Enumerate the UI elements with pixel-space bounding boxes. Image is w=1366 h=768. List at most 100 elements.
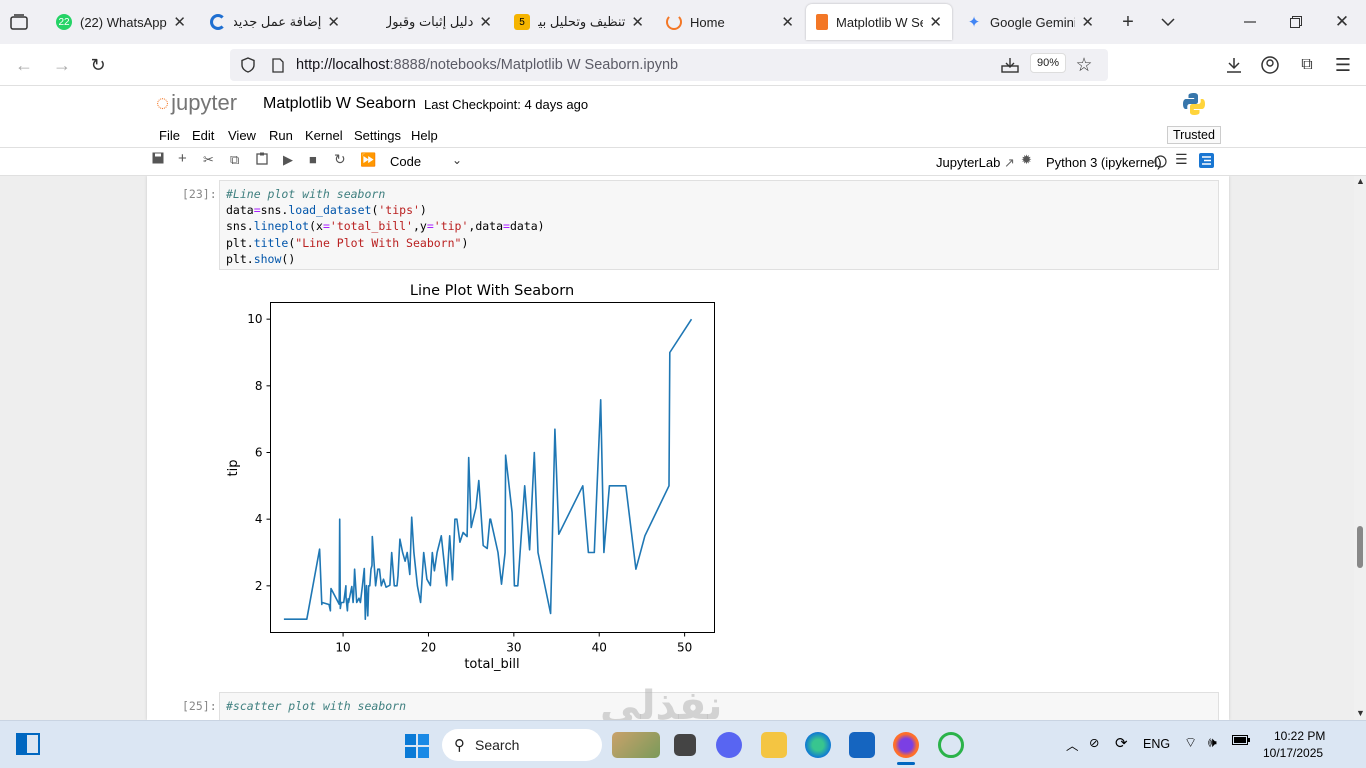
- forward-icon[interactable]: →: [50, 53, 74, 77]
- windows-start-icon[interactable]: [405, 734, 429, 758]
- chevron-down-icon[interactable]: ⌄: [452, 153, 462, 167]
- scroll-down-icon[interactable]: ▼: [1356, 708, 1365, 718]
- back-icon[interactable]: ←: [12, 53, 36, 77]
- network-off-icon[interactable]: ⊘: [1089, 735, 1099, 750]
- sync-icon[interactable]: ⟳: [1115, 734, 1128, 752]
- scroll-thumb[interactable]: [1357, 526, 1363, 568]
- close-icon[interactable]: ✕: [1081, 13, 1094, 31]
- stop-icon[interactable]: ■: [309, 152, 317, 167]
- list-menu-icon[interactable]: ☰: [1175, 151, 1188, 168]
- blank-icon: [362, 14, 378, 30]
- fast-forward-icon[interactable]: ⏩: [360, 152, 376, 168]
- restart-icon[interactable]: ↻: [334, 151, 346, 168]
- close-icon[interactable]: ✕: [327, 13, 340, 31]
- save-icon[interactable]: [152, 152, 164, 167]
- close-icon[interactable]: ✕: [479, 13, 492, 31]
- wifi-icon[interactable]: ⌔: [1184, 734, 1197, 752]
- kernel-status-idle-icon: [1154, 155, 1167, 171]
- widgets-icon[interactable]: [16, 733, 40, 755]
- scroll-up-icon[interactable]: ▲: [1356, 176, 1365, 186]
- menu-file[interactable]: File: [159, 128, 180, 143]
- tab-title: (22) WhatsApp: [80, 14, 167, 30]
- hamburger-menu-icon[interactable]: ☰: [1331, 53, 1355, 77]
- page-info-icon[interactable]: [270, 57, 286, 73]
- bookmark-star-icon[interactable]: ☆: [1072, 53, 1096, 77]
- show-hidden-icons-chevron[interactable]: ︿: [1066, 735, 1079, 754]
- paste-icon[interactable]: [256, 152, 268, 168]
- code-line: plt.show(): [226, 252, 296, 266]
- checkpoint-status: Last Checkpoint: 4 days ago: [424, 97, 589, 112]
- terminal-app-icon[interactable]: [674, 734, 696, 756]
- account-icon[interactable]: [1258, 53, 1282, 77]
- tab-matplotlib[interactable]: Matplotlib W Seal ✕: [806, 4, 952, 40]
- menu-help[interactable]: Help: [411, 128, 438, 143]
- notebook-scrollbar[interactable]: ▲ ▼: [1354, 176, 1366, 720]
- anaconda-icon[interactable]: [938, 732, 964, 758]
- menu-view[interactable]: View: [228, 128, 256, 143]
- add-cell-icon[interactable]: +: [178, 150, 187, 167]
- url-bar[interactable]: http://localhost:8888/notebooks/Matplotl…: [230, 49, 1108, 81]
- shield-icon[interactable]: [238, 57, 258, 73]
- taskbar-search[interactable]: ⚲ Search: [442, 729, 602, 761]
- code-line: sns.lineplot(x='total_bill',y='tip',data…: [226, 219, 545, 233]
- jupyterlab-link[interactable]: JupyterLab ↗: [936, 155, 1015, 171]
- kernel-name[interactable]: Python 3 (ipykernel): [1046, 155, 1162, 170]
- tab-title: تنظيف وتحليل بيانـ: [538, 14, 626, 29]
- new-tab-icon[interactable]: +: [1116, 10, 1140, 34]
- tab-add-work[interactable]: إضافة عمل جديد | ✕: [200, 4, 350, 40]
- code-cell-editor[interactable]: #Line plot with seaborn data=sns.load_da…: [219, 180, 1219, 270]
- tab-overview-icon[interactable]: [8, 12, 30, 32]
- browser-tab-bar: 22 (22) WhatsApp ✕ إضافة عمل جديد | ✕ دل…: [0, 0, 1366, 44]
- copy-icon[interactable]: ⧉: [230, 152, 239, 168]
- close-window-icon[interactable]: ✕: [1330, 10, 1354, 34]
- cut-icon[interactable]: ✂: [203, 152, 214, 168]
- property-inspector-icon[interactable]: [1199, 153, 1214, 171]
- url-text[interactable]: http://localhost:8888/notebooks/Matplotl…: [296, 57, 678, 73]
- file-explorer-icon[interactable]: [761, 732, 787, 758]
- photos-app-icon[interactable]: [612, 732, 660, 758]
- menu-edit[interactable]: Edit: [192, 128, 214, 143]
- clock-time[interactable]: 10:22 PM: [1274, 729, 1325, 743]
- notebook-title[interactable]: Matplotlib W Seaborn: [263, 95, 416, 113]
- tab-guide[interactable]: دليل إثبات وقبول المهـ ✕: [352, 4, 502, 40]
- edge-browser-icon[interactable]: [805, 732, 831, 758]
- firefox-icon[interactable]: [893, 732, 919, 758]
- close-icon[interactable]: ✕: [631, 13, 644, 31]
- tab-list-chevron-icon[interactable]: [1156, 10, 1180, 34]
- trusted-indicator[interactable]: Trusted: [1167, 126, 1221, 144]
- cell-type-select[interactable]: Code: [390, 154, 421, 169]
- jupyter-logo-text: jupyter: [171, 90, 238, 115]
- jupyterlab-link-label: JupyterLab: [936, 155, 1001, 170]
- discord-app-icon[interactable]: [716, 732, 742, 758]
- close-icon[interactable]: ✕: [173, 13, 186, 31]
- tab-data-cleaning[interactable]: 5 تنظيف وتحليل بيانـ ✕: [504, 4, 654, 40]
- tab-home[interactable]: Home ✕: [656, 4, 804, 40]
- close-icon[interactable]: ✕: [929, 13, 942, 31]
- search-icon: ⚲: [454, 737, 465, 754]
- close-icon[interactable]: ✕: [781, 13, 794, 31]
- y-tick-label: 8: [255, 379, 263, 393]
- menu-run[interactable]: Run: [269, 128, 293, 143]
- menu-kernel[interactable]: Kernel: [305, 128, 343, 143]
- debugger-bug-icon[interactable]: ✹: [1021, 152, 1032, 168]
- volume-icon[interactable]: 🕪: [1208, 734, 1217, 751]
- run-icon[interactable]: ▶: [283, 152, 293, 168]
- tab-gemini[interactable]: ✦ Google Gemini ✕: [956, 4, 1104, 40]
- language-indicator[interactable]: ENG: [1143, 737, 1170, 751]
- downloads-icon[interactable]: [1222, 53, 1246, 77]
- tab-whatsapp[interactable]: 22 (22) WhatsApp ✕: [46, 4, 196, 40]
- extensions-icon[interactable]: ⧉: [1295, 53, 1319, 77]
- restore-icon[interactable]: [1284, 10, 1308, 34]
- tab-title: Google Gemini: [990, 14, 1076, 30]
- zoom-level-badge[interactable]: 90%: [1030, 53, 1067, 73]
- series-line: [283, 318, 693, 620]
- code-line: plt.title("Line Plot With Seaborn"): [226, 236, 469, 250]
- reload-icon[interactable]: ↻: [86, 53, 110, 77]
- clock-date[interactable]: 10/17/2025: [1263, 746, 1323, 760]
- battery-icon[interactable]: [1232, 734, 1250, 748]
- jupyter-logo[interactable]: ◌ jupyter: [156, 90, 237, 116]
- menu-settings[interactable]: Settings: [354, 128, 401, 143]
- save-page-icon[interactable]: [998, 53, 1022, 77]
- minimize-icon[interactable]: [1238, 10, 1262, 34]
- microsoft-store-icon[interactable]: [849, 732, 875, 758]
